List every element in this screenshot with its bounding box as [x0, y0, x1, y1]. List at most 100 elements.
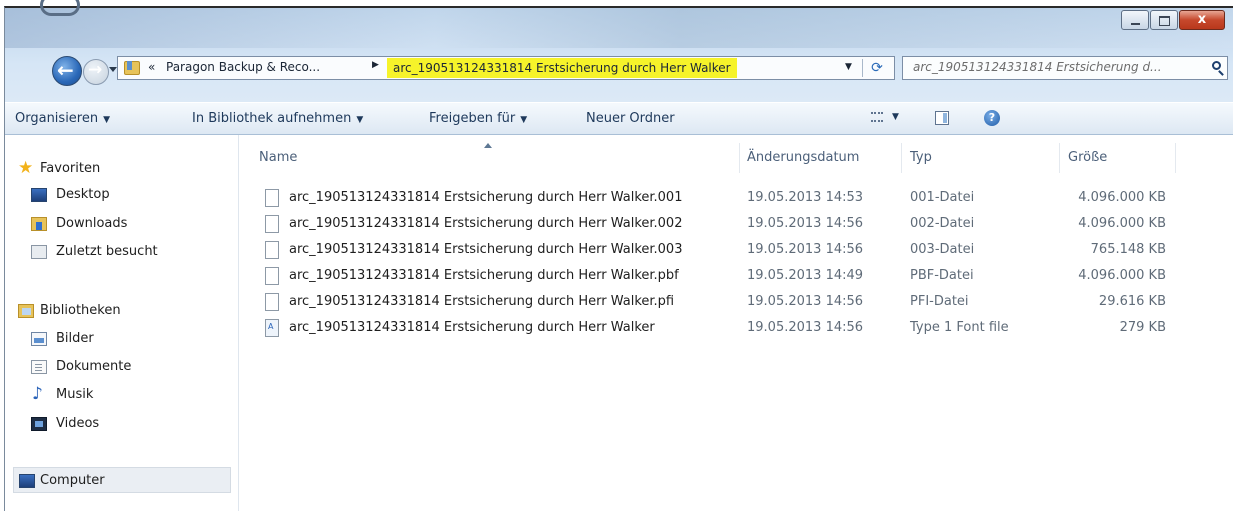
navigation-pane: ★ Favoriten Desktop Downloads Zuletzt be…	[5, 135, 239, 511]
organize-menu-button[interactable]: Organisieren ▼	[15, 111, 110, 126]
downloads-folder-icon	[31, 217, 47, 231]
table-row[interactable]: arc_190513124331814 Erstsicherung durch …	[239, 189, 1233, 214]
file-icon	[265, 293, 279, 311]
sidebar-item-music[interactable]: Musik	[56, 387, 93, 402]
include-in-library-label: In Bibliothek aufnehmen	[192, 111, 352, 126]
file-name: arc_190513124331814 Erstsicherung durch …	[289, 190, 683, 205]
organize-label: Organisieren	[15, 111, 99, 126]
column-header-name[interactable]: Name	[259, 150, 297, 165]
table-row[interactable]: arc_190513124331814 Erstsicherung durch …	[239, 319, 1233, 344]
command-bar: Organisieren ▼ In Bibliothek aufnehmen ▼ F…	[5, 102, 1233, 135]
column-divider[interactable]	[901, 143, 902, 173]
help-icon[interactable]: ?	[984, 110, 1000, 126]
file-date: 19.05.2013 14:56	[747, 320, 864, 335]
file-list: Name Änderungsdatum Typ Größe arc_190513…	[239, 135, 1233, 511]
font-file-icon	[265, 319, 279, 337]
forward-button[interactable]	[83, 59, 109, 85]
close-button[interactable]: x	[1179, 10, 1225, 30]
table-row[interactable]: arc_190513124331814 Erstsicherung durch …	[239, 267, 1233, 292]
file-type: PFI-Datei	[910, 294, 969, 309]
address-bar[interactable]: « Paragon Backup & Reco... ▶ arc_1905131…	[117, 56, 895, 80]
minimize-button[interactable]	[1121, 10, 1149, 30]
file-icon	[265, 189, 279, 207]
search-placeholder: arc_190513124331814 Erstsicherung d...	[913, 60, 1162, 74]
folder-icon	[124, 61, 140, 75]
address-dropdown-icon[interactable]: ▼	[845, 62, 852, 72]
file-icon	[265, 267, 279, 285]
file-type: 001-Datei	[910, 190, 975, 205]
file-size: 4.096.000 KB	[1078, 190, 1166, 205]
sidebar-item-computer[interactable]: Computer	[40, 473, 105, 488]
search-box[interactable]: arc_190513124331814 Erstsicherung d...	[902, 56, 1228, 80]
column-divider[interactable]	[1059, 143, 1060, 173]
column-divider[interactable]	[1175, 143, 1176, 173]
search-icon[interactable]	[1212, 61, 1221, 70]
recent-places-icon	[31, 245, 47, 259]
column-divider[interactable]	[739, 143, 740, 173]
sidebar-item-favorites[interactable]: Favoriten	[40, 161, 100, 176]
chevron-down-icon: ▼	[356, 115, 364, 125]
music-icon: ♪	[32, 384, 43, 404]
table-row[interactable]: arc_190513124331814 Erstsicherung durch …	[239, 241, 1233, 266]
libraries-icon	[18, 304, 34, 318]
chevron-down-icon: ▼	[103, 115, 111, 125]
file-size: 4.096.000 KB	[1078, 268, 1166, 283]
refresh-button[interactable]: ⟳	[862, 59, 891, 77]
file-name: arc_190513124331814 Erstsicherung durch …	[289, 216, 683, 231]
sidebar-item-libraries[interactable]: Bibliotheken	[40, 303, 121, 318]
file-name: arc_190513124331814 Erstsicherung durch …	[289, 320, 655, 335]
file-icon	[265, 241, 279, 259]
column-header-type[interactable]: Typ	[910, 150, 932, 165]
computer-icon	[19, 474, 35, 488]
file-date: 19.05.2013 14:56	[747, 294, 864, 309]
file-date: 19.05.2013 14:56	[747, 242, 864, 257]
star-icon: ★	[18, 158, 34, 178]
share-with-label: Freigeben für	[429, 111, 516, 126]
view-options-dropdown-icon[interactable]: ▼	[892, 112, 899, 122]
sidebar-item-videos[interactable]: Videos	[56, 416, 99, 431]
chevron-down-icon: ▼	[520, 115, 528, 125]
include-in-library-button[interactable]: In Bibliothek aufnehmen ▼	[192, 111, 363, 126]
back-button[interactable]	[52, 56, 82, 86]
file-size: 279 KB	[1119, 320, 1166, 335]
maximize-button[interactable]	[1150, 10, 1178, 30]
pictures-icon	[31, 332, 47, 346]
breadcrumb-arrow-icon[interactable]: ▶	[372, 60, 379, 70]
file-name: arc_190513124331814 Erstsicherung durch …	[289, 294, 675, 309]
file-type: 002-Datei	[910, 216, 975, 231]
title-bar-glass	[5, 8, 1233, 48]
desktop-icon	[31, 188, 47, 202]
table-row[interactable]: arc_190513124331814 Erstsicherung durch …	[239, 293, 1233, 318]
sidebar-item-pictures[interactable]: Bilder	[56, 331, 94, 346]
file-size: 29.616 KB	[1098, 294, 1166, 309]
documents-icon	[31, 360, 47, 374]
file-size: 4.096.000 KB	[1078, 216, 1166, 231]
file-date: 19.05.2013 14:49	[747, 268, 864, 283]
file-date: 19.05.2013 14:56	[747, 216, 864, 231]
share-with-button[interactable]: Freigeben für ▼	[429, 111, 527, 126]
file-date: 19.05.2013 14:53	[747, 190, 864, 205]
breadcrumb-segment-current-folder[interactable]: arc_190513124331814 Erstsicherung durch …	[387, 58, 737, 78]
file-type: 003-Datei	[910, 242, 975, 257]
sort-ascending-icon	[484, 143, 492, 148]
file-size: 765.148 KB	[1090, 242, 1166, 257]
preview-pane-icon[interactable]	[935, 111, 949, 125]
breadcrumb-segment-paragon[interactable]: Paragon Backup & Reco...	[166, 60, 320, 74]
overflow-chevron-icon[interactable]: «	[148, 60, 155, 74]
sidebar-item-documents[interactable]: Dokumente	[56, 359, 131, 374]
new-folder-button[interactable]: Neuer Ordner	[586, 111, 675, 126]
recent-pages-dropdown-icon[interactable]	[109, 67, 117, 72]
table-row[interactable]: arc_190513124331814 Erstsicherung durch …	[239, 215, 1233, 240]
sidebar-item-downloads[interactable]: Downloads	[56, 216, 127, 231]
file-icon	[265, 215, 279, 233]
change-view-icon[interactable]	[871, 112, 883, 122]
sidebar-item-recent[interactable]: Zuletzt besucht	[56, 244, 158, 259]
file-name: arc_190513124331814 Erstsicherung durch …	[289, 242, 683, 257]
videos-icon	[31, 417, 47, 431]
window-controls: x	[1120, 10, 1225, 30]
column-header-size[interactable]: Größe	[1068, 150, 1107, 165]
app-logo-icon	[40, 0, 80, 16]
column-header-date[interactable]: Änderungsdatum	[747, 150, 859, 165]
sidebar-item-desktop[interactable]: Desktop	[56, 187, 110, 202]
file-type: PBF-Datei	[910, 268, 974, 283]
